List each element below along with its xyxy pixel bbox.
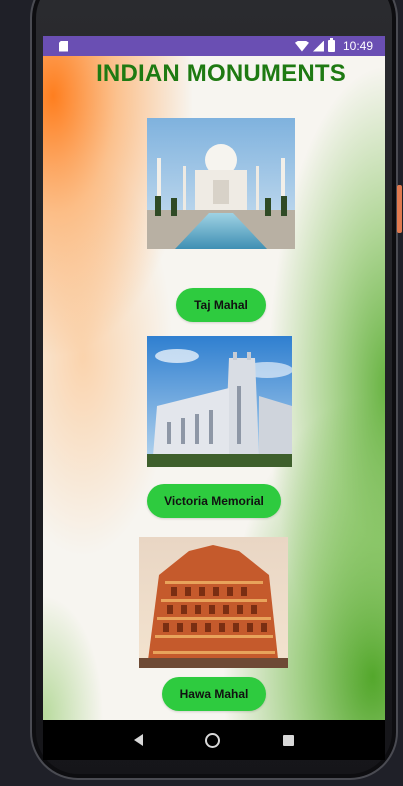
wifi-icon [294, 40, 309, 52]
sd-card-icon [59, 40, 68, 52]
victoria-memorial-button[interactable]: Victoria Memorial [147, 484, 281, 518]
taj-mahal-button[interactable]: Taj Mahal [176, 288, 266, 322]
device-frame: 10:49 INDIAN MONUMENTS Taj Mahal Victori… [0, 0, 403, 786]
screen: 10:49 INDIAN MONUMENTS Taj Mahal Victori… [43, 36, 385, 720]
page-title: INDIAN MONUMENTS [96, 60, 346, 87]
status-time: 10:49 [342, 39, 373, 53]
monuments-screen: INDIAN MONUMENTS Taj Mahal Victoria Memo… [43, 56, 385, 720]
back-icon[interactable] [134, 734, 144, 746]
power-button[interactable] [397, 185, 402, 233]
status-bar: 10:49 [43, 36, 385, 56]
hawa-mahal-button[interactable]: Hawa Mahal [162, 677, 266, 711]
battery-icon [327, 38, 335, 52]
navigation-bar [43, 720, 385, 760]
hawa-mahal-image [139, 537, 288, 668]
recents-icon[interactable] [282, 734, 294, 746]
victoria-memorial-image [147, 336, 292, 467]
signal-icon [312, 40, 324, 52]
home-icon[interactable] [205, 732, 221, 748]
taj-mahal-image [147, 118, 295, 249]
